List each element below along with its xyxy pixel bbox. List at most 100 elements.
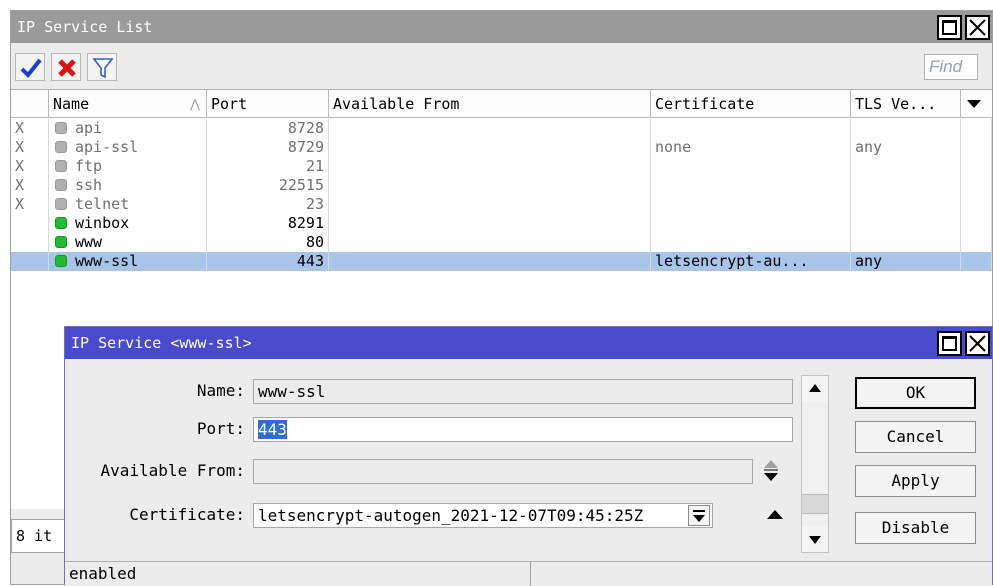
dialog-restore-button[interactable] (937, 331, 962, 356)
toolbar: Find (11, 49, 992, 85)
close-icon (969, 19, 986, 36)
column-menu-button[interactable] (961, 90, 992, 118)
table-row[interactable]: Xssh 22515 (11, 176, 992, 195)
filler-cell (961, 233, 992, 252)
apply-button[interactable]: Apply (855, 465, 976, 497)
enable-button[interactable] (15, 53, 45, 81)
port-cell: 23 (207, 195, 329, 214)
flag-cell: X (11, 195, 49, 214)
up-arrow-icon (767, 510, 783, 519)
port-cell: 22515 (207, 176, 329, 195)
available-from-column-header[interactable]: Available From (329, 90, 651, 118)
available-from-cell (329, 176, 651, 195)
certificate-cell (651, 157, 851, 176)
status-led-icon (55, 236, 67, 248)
port-field[interactable]: 443 (253, 417, 793, 442)
table-row[interactable]: www 80 (11, 233, 992, 252)
dialog-scrollbar[interactable] (801, 375, 829, 553)
service-status: enabled (65, 562, 531, 586)
certificate-cell (651, 195, 851, 214)
port-cell: 80 (207, 233, 329, 252)
table-row[interactable]: Xapi 8728 (11, 119, 992, 138)
port-column-header[interactable]: Port (207, 90, 329, 118)
available-from-field[interactable] (253, 459, 753, 484)
name-cell: api-ssl (49, 138, 207, 157)
filter-icon (92, 58, 114, 79)
tls-version-column-header[interactable]: TLS Ve... (851, 90, 961, 118)
scroll-thumb[interactable] (802, 494, 828, 514)
certificate-cell: letsencrypt-au... (651, 252, 851, 271)
available-from-cell (329, 119, 651, 138)
name-cell: telnet (49, 195, 207, 214)
up-down-arrows-icon (764, 460, 778, 481)
table-row[interactable]: Xtelnet 23 (11, 195, 992, 214)
filler-cell (961, 176, 992, 195)
close-window-button[interactable] (965, 15, 990, 40)
ip-service-dialog: IP Service <www-ssl> Name: www-ssl Port:… (64, 326, 993, 586)
filter-button[interactable] (87, 53, 117, 81)
flag-cell: X (11, 157, 49, 176)
name-column-header[interactable]: Name ⋀ (49, 90, 207, 118)
list-window-titlebar[interactable]: IP Service List (11, 11, 992, 43)
name-label: Name: (196, 381, 245, 400)
certificate-column-header[interactable]: Certificate (651, 90, 851, 118)
table-row[interactable]: Xftp 21 (11, 157, 992, 176)
scroll-up-button[interactable] (802, 376, 828, 402)
flag-cell (11, 252, 49, 271)
name-cell: ssh (49, 176, 207, 195)
tls-version-cell: any (851, 252, 961, 271)
available-from-cell (329, 252, 651, 271)
disable-button[interactable] (51, 53, 81, 81)
port-cell: 21 (207, 157, 329, 176)
disable-service-button[interactable]: Disable (855, 512, 976, 544)
certificate-dropdown-button[interactable] (688, 505, 710, 526)
name-field[interactable]: www-ssl (253, 379, 793, 404)
certificate-collapse-button[interactable] (765, 505, 785, 525)
dialog-close-button[interactable] (965, 331, 990, 356)
restore-window-button[interactable] (937, 15, 962, 40)
certificate-field[interactable]: letsencrypt-autogen_2021-12-07T09:45:25Z (253, 503, 713, 528)
name-cell: api (49, 119, 207, 138)
status-led-icon (55, 198, 67, 210)
down-arrow-icon (809, 536, 821, 544)
ok-button[interactable]: OK (855, 377, 976, 409)
flag-cell: X (11, 176, 49, 195)
certificate-value: letsencrypt-autogen_2021-12-07T09:45:25Z (258, 506, 644, 525)
tls-version-cell: any (851, 138, 961, 157)
status-led-icon (55, 255, 67, 267)
table-row[interactable]: Xapi-ssl 8729 none any (11, 138, 992, 157)
table-row[interactable]: winbox 8291 (11, 214, 992, 233)
port-cell: 8291 (207, 214, 329, 233)
dialog-titlebar[interactable]: IP Service <www-ssl> (65, 327, 992, 359)
tls-version-cell (851, 195, 961, 214)
table-row[interactable]: www-ssl 443 letsencrypt-au... any (11, 252, 992, 271)
available-from-cell (329, 138, 651, 157)
port-label: Port: (196, 419, 245, 438)
find-input[interactable]: Find (924, 54, 978, 80)
available-from-cell (329, 195, 651, 214)
close-icon (969, 335, 986, 352)
status-led-icon (55, 179, 67, 191)
tls-version-cell (851, 176, 961, 195)
filler-cell (961, 157, 992, 176)
name-cell: ftp (49, 157, 207, 176)
certificate-cell (651, 176, 851, 195)
dropdown-arrow-icon (693, 510, 705, 522)
up-arrow-icon (809, 384, 821, 392)
certificate-cell (651, 119, 851, 138)
item-count: 8 it (11, 519, 71, 553)
port-cell: 8729 (207, 138, 329, 157)
available-from-expand-button[interactable] (761, 457, 781, 485)
status-led-icon (55, 160, 67, 172)
tls-version-cell (851, 214, 961, 233)
port-value: 443 (258, 420, 287, 439)
tls-version-cell (851, 157, 961, 176)
filler-cell (961, 195, 992, 214)
certificate-cell (651, 233, 851, 252)
checkmark-icon (20, 58, 42, 78)
cancel-button[interactable]: Cancel (855, 421, 976, 453)
certificate-cell: none (651, 138, 851, 157)
red-x-icon (58, 59, 76, 77)
scroll-down-button[interactable] (802, 526, 828, 552)
flag-column-header[interactable] (11, 90, 49, 118)
